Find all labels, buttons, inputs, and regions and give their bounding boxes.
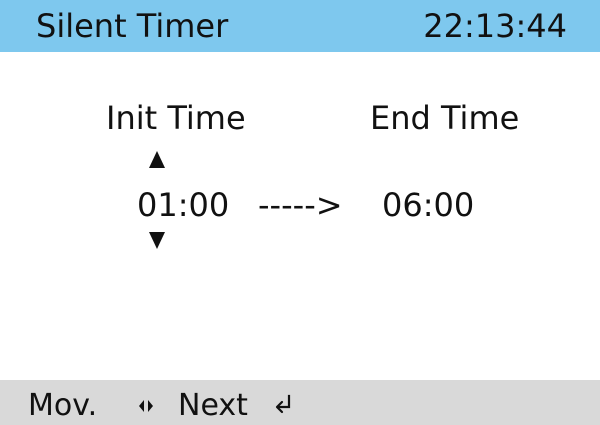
next-label: Next: [178, 388, 248, 423]
clock-time: 22:13:44: [423, 7, 567, 45]
left-right-arrows-icon: [139, 400, 153, 412]
end-time-value: 06:00: [382, 186, 475, 224]
init-time-value[interactable]: 01:00: [137, 185, 229, 225]
silent-timer-screen: Silent Timer 22:13:44 Init Time End Time…: [0, 0, 600, 425]
footer-bar: Mov. Next: [0, 380, 600, 425]
increase-init-time-icon[interactable]: [149, 151, 165, 168]
screen-title: Silent Timer: [36, 7, 229, 45]
init-time-label: Init Time: [106, 99, 246, 137]
time-range-arrow: ----->: [258, 186, 343, 224]
end-time-label: End Time: [370, 99, 520, 137]
move-label: Mov.: [28, 388, 98, 423]
decrease-init-time-icon[interactable]: [149, 232, 165, 249]
enter-return-icon: [275, 394, 291, 414]
header-bar: Silent Timer 22:13:44: [0, 0, 600, 52]
